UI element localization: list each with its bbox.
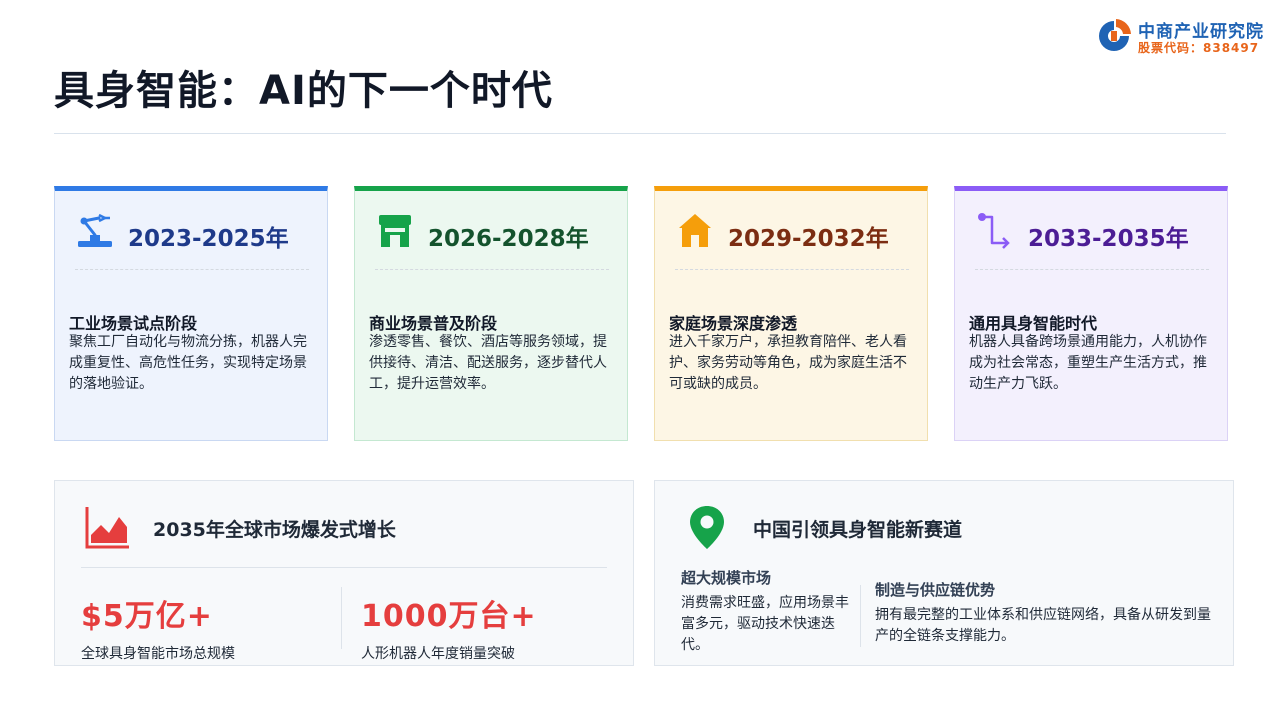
timeline-card-2033: 2033-2035年 通用具身智能时代 机器人具备跨场景通用能力，人机协作成为社… — [954, 186, 1228, 441]
timeline-card-2029: 2029-2032年 家庭场景深度渗透 进入千家万户，承担教育陪伴、老人看护、家… — [654, 186, 928, 441]
timeline-period: 2033-2035年 — [1028, 226, 1189, 252]
stat-label: 全球具身智能市场总规模 — [81, 646, 235, 662]
card-divider — [75, 269, 309, 270]
brand-logo: 中商产业研究院 股票代码：838497 — [1096, 17, 1276, 57]
timeline-period: 2023-2025年 — [128, 226, 289, 252]
timeline-desc: 渗透零售、餐饮、酒店等服务领域，提供接待、清洁、配送服务，逐步替代人工，提升运营… — [369, 334, 607, 392]
timeline-desc: 机器人具备跨场景通用能力，人机协作成为社会常态，重塑生产生活方式，推动生产力飞跃… — [969, 334, 1207, 392]
timeline-period: 2029-2032年 — [728, 226, 889, 252]
timeline-card-2026: 2026-2028年 商业场景普及阶段 渗透零售、餐饮、酒店等服务领域，提供接待… — [354, 186, 628, 441]
stat-label: 人形机器人年度销量突破 — [361, 646, 515, 662]
stat-robot-sales: 1000万台+ 人形机器人年度销量突破 — [361, 591, 537, 663]
route-icon — [978, 213, 1010, 249]
feature-title: 超大规模市场 — [681, 569, 772, 587]
map-pin-icon — [690, 506, 724, 549]
card-divider — [375, 269, 609, 270]
feature-supply-chain: 制造与供应链优势 拥有最完整的工业体系和供应链网络，具备从研发到量产的全链条支撑… — [875, 579, 1221, 647]
stat-divider — [341, 587, 342, 649]
timeline-title: 通用具身智能时代 — [969, 314, 1098, 333]
stat-value: 1000万台+ — [361, 599, 537, 634]
card-divider — [975, 269, 1209, 270]
timeline-title: 商业场景普及阶段 — [369, 314, 498, 333]
brand-logo-icon — [1099, 19, 1131, 51]
timeline-desc: 进入千家万户，承担教育陪伴、老人看护、家务劳动等角色，成为家庭生活不可或缺的成员… — [669, 334, 907, 392]
china-panel-title: 中国引领具身智能新赛道 — [753, 519, 963, 541]
stat-market-size: $5万亿+ 全球具身智能市场总规模 — [81, 591, 235, 663]
market-panel: 2035年全球市场爆发式增长 $5万亿+ 全球具身智能市场总规模 1000万台+… — [54, 480, 634, 666]
panel-divider — [81, 567, 607, 568]
feature-title: 制造与供应链优势 — [875, 581, 996, 599]
timeline-period: 2026-2028年 — [428, 226, 589, 252]
brand-stock-code: 股票代码：838497 — [1138, 41, 1260, 55]
storefront-icon — [379, 215, 411, 247]
title-divider — [54, 133, 1226, 134]
stat-value: $5万亿+ — [81, 599, 213, 634]
feature-market-scale: 超大规模市场 消费需求旺盛，应用场景丰富多元，驱动技术快速迭代。 — [681, 567, 849, 656]
timeline-title: 工业场景试点阶段 — [69, 314, 198, 333]
robot-arm-icon — [78, 213, 112, 247]
timeline-card-2023: 2023-2025年 工业场景试点阶段 聚焦工厂自动化与物流分拣，机器人完成重复… — [54, 186, 328, 441]
feature-divider — [860, 585, 861, 647]
card-divider — [675, 269, 909, 270]
china-panel: 中国引领具身智能新赛道 超大规模市场 消费需求旺盛，应用场景丰富多元，驱动技术快… — [654, 480, 1234, 666]
timeline-desc: 聚焦工厂自动化与物流分拣，机器人完成重复性、高危性任务，实现特定场景的落地验证。 — [69, 334, 307, 392]
market-panel-title: 2035年全球市场爆发式增长 — [153, 519, 396, 541]
timeline-title: 家庭场景深度渗透 — [669, 314, 798, 333]
feature-desc: 消费需求旺盛，应用场景丰富多元，驱动技术快速迭代。 — [681, 595, 849, 653]
feature-desc: 拥有最完整的工业体系和供应链网络，具备从研发到量产的全链条支撑能力。 — [875, 607, 1211, 644]
house-icon — [679, 214, 711, 247]
page-title: 具身智能：AI的下一个时代 — [54, 68, 553, 114]
area-chart-icon — [85, 507, 129, 549]
